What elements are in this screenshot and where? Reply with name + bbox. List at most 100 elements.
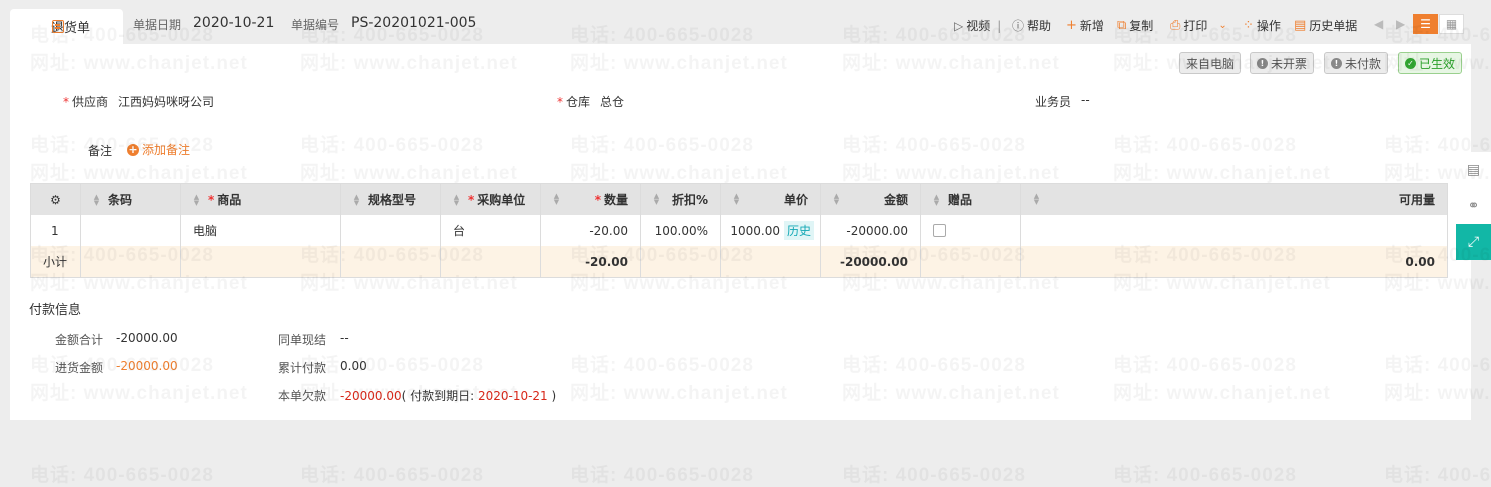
paid-value: 0.00 [340,359,367,373]
payment-section-title: 付款信息 [29,303,82,318]
watermark-phone: 电话: 400-665-0028 [570,460,754,487]
col-qty[interactable]: ▲ ▼ * 数量 [541,184,641,215]
plus-icon: + [1066,17,1077,33]
chevron-down-icon[interactable]: ⌄ [1218,20,1226,32]
watermark-phone: 电话: 400-665-0028 [300,460,484,487]
order-no-label: 单据编号 [291,18,340,32]
supplier-field[interactable]: * 供应商 江西妈妈咪呀公司 [63,93,214,110]
add-button[interactable]: + 新增 [1066,17,1104,34]
owe-value: -20000.00 [340,389,402,403]
info-icon: ! [1257,57,1268,69]
info-icon: ! [1331,57,1342,69]
history-doc-icon: ▤ [1294,17,1307,33]
grid-icon: ⁘ [1243,17,1254,33]
date-value[interactable]: 2020-10-21 [193,15,274,31]
col-discount[interactable]: ▲ ▼ 折扣% [641,184,721,215]
copy-icon: ⧉ [1117,17,1127,33]
salesman-value: -- [1081,93,1090,107]
col-unit[interactable]: ▲ ▼ * 采购单位 [441,184,541,215]
document-icon [52,20,64,33]
row-index: 1 [31,215,81,246]
col-amount[interactable]: ▲ ▼ 金额 [821,184,921,215]
print-button[interactable]: ⎙ 打印 ⌄ [1170,17,1227,34]
salesman-field[interactable]: 业务员 -- [1035,93,1090,110]
col-free[interactable]: ▲ ▼ 赠品 [921,184,1021,215]
video-button[interactable]: ▷ 视频 | [954,17,1005,34]
subtotal-qty: -20.00 [541,246,641,277]
col-product[interactable]: ▲ ▼ * 商品 [181,184,341,215]
cell-spec[interactable] [341,215,441,246]
copy-button[interactable]: ⧉ 复制 [1117,17,1153,34]
cell-qty[interactable]: -20.00 [541,215,641,246]
cash-value: -- [340,331,349,345]
status-source-badge: 来自电脑 [1179,52,1242,74]
supplier-value: 江西妈妈咪呀公司 [118,95,215,109]
sort-icon: ▲ ▼ [353,192,360,207]
cell-amount[interactable]: -20000.00 [821,215,921,246]
subtotal-amount: -20000.00 [821,246,921,277]
total-value: -20000.00 [116,331,178,345]
paid-label: 累计付款 [278,361,327,375]
free-checkbox[interactable] [933,224,946,237]
items-table: ⚙ ▲ ▼ 条码 ▲ ▼ * 商品 ▲ ▼ 规格型号 ▲ ▼ * 采购单位 ▲ ▼ * 数量 ▲ ▼ 折扣% … [30,183,1448,278]
col-price[interactable]: ▲ ▼ 单价 [721,184,821,215]
owe-line: -20000.00( 付款到期日: 2020-10-21 ) [340,389,557,403]
tab-return-order[interactable]: 退货单 [10,9,123,44]
cell-product[interactable]: 电脑 [181,215,341,246]
history-price-tag[interactable]: 历史 [783,221,814,240]
cell-free[interactable] [921,215,1021,246]
date-label: 单据日期 [133,18,182,32]
table-row[interactable]: 1 电脑 台 -20.00 100.00% 1000.00 历史 -20000.0… [31,215,1447,246]
grid-view-button[interactable]: ▦ [1439,14,1464,34]
warehouse-field[interactable]: * 仓库 总仓 [557,93,624,110]
add-note-button[interactable]: + 添加备注 [127,141,190,158]
help-button[interactable]: ⓘ 帮助 [1012,17,1051,34]
sort-icon: ▲ ▼ [193,192,200,207]
col-available[interactable]: ▲ ▼ 可用量 [1021,184,1447,215]
list-view-button[interactable]: ☰ [1413,14,1438,34]
note-label: 备注 [88,144,113,158]
history-button[interactable]: ▤ 历史单据 [1294,17,1357,34]
sort-icon: ▲ ▼ [833,192,840,206]
printer-icon: ⎙ [1170,17,1181,33]
watermark-phone: 电话: 400-665-0028 [1384,460,1491,487]
sort-icon: ▲ ▼ [453,192,460,207]
order-no-value[interactable]: PS-20201021-005 [351,15,476,31]
next-arrow-icon[interactable]: ▶ [1396,17,1405,31]
notes-icon[interactable]: ▤ [1456,152,1491,188]
sort-icon: ▲ ▼ [1033,192,1040,206]
column-settings-icon[interactable]: ⚙ [31,184,81,215]
purchase-value: -20000.00 [116,359,178,373]
cell-available [1021,215,1447,246]
warehouse-value: 总仓 [600,95,625,109]
sort-icon: ▲ ▼ [653,192,660,206]
watermark-phone: 电话: 400-665-0028 [30,460,214,487]
purchase-label: 进货金额 [55,361,104,375]
link-icon[interactable]: ⚭ [1456,188,1491,224]
tab-bar: 退货单 单据日期 2020-10-21 单据编号 PS-20201021-005… [0,0,1491,44]
col-barcode[interactable]: ▲ ▼ 条码 [81,184,181,215]
help-icon: ⓘ [1012,19,1025,33]
cell-barcode[interactable] [81,215,181,246]
grid-view-icon: ▦ [1445,17,1458,31]
prev-arrow-icon[interactable]: ◀ [1374,17,1383,31]
status-invoice-badge: ! 未开票 [1250,52,1315,74]
check-circle-icon: ✓ [1405,57,1416,69]
table-header: ⚙ ▲ ▼ 条码 ▲ ▼ * 商品 ▲ ▼ 规格型号 ▲ ▼ * 采购单位 ▲ ▼ * 数量 ▲ ▼ 折扣% … [31,184,1447,215]
watermark-phone: 电话: 400-665-0028 [842,460,1026,487]
status-payment-badge: ! 未付款 [1324,52,1389,74]
cell-price[interactable]: 1000.00 历史 [721,215,821,246]
col-spec[interactable]: ▲ ▼ 规格型号 [341,184,441,215]
sort-icon: ▲ ▼ [93,192,100,207]
divider: | [997,18,1002,33]
list-icon: ☰ [1420,17,1431,31]
total-label: 金额合计 [55,333,104,347]
expand-icon[interactable]: ⤢ [1456,224,1491,260]
plus-circle-icon: + [127,142,139,156]
cell-discount[interactable]: 100.00% [641,215,721,246]
cell-unit[interactable]: 台 [441,215,541,246]
right-side-toolbar: ▤ ⚭ ⤢ [1456,152,1491,262]
owe-label: 本单欠款 [278,389,327,403]
operations-button[interactable]: ⁘ 操作 [1243,17,1281,34]
subtotal-row: 小计 -20.00 -20000.00 0.00 [31,246,1447,277]
